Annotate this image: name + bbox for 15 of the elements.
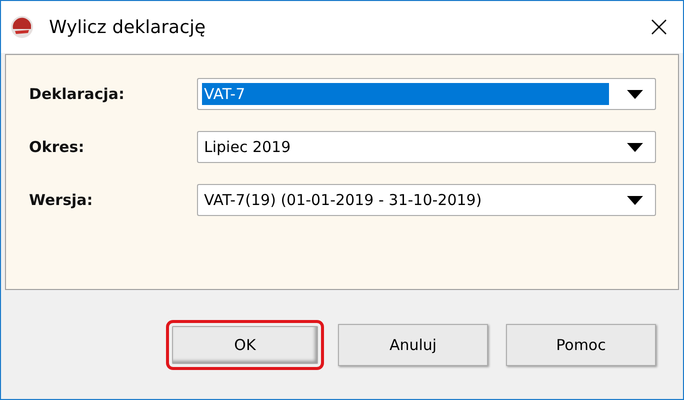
field-label: Wersja: (29, 191, 94, 209)
caret-icon (627, 142, 643, 152)
field-label: Deklaracja: (29, 85, 126, 103)
dialog-button[interactable]: OK (166, 320, 324, 370)
window-title: Wylicz deklarację (49, 16, 207, 38)
logo-icon (10, 15, 34, 39)
dropdown-field[interactable]: VAT-7(19) (01-01-2019 - 31-10-2019) (197, 184, 656, 216)
dialog-button[interactable]: Pomoc (506, 324, 656, 366)
field-label: Okres: (29, 138, 86, 156)
dropdown-field[interactable]: Lipiec 2019 (197, 131, 656, 163)
dropdown-field[interactable]: VAT-7 (197, 78, 656, 110)
caret-icon (627, 196, 643, 204)
caret-icon (627, 90, 643, 98)
close-icon[interactable] (651, 19, 667, 35)
dialog-button[interactable]: Anuluj (338, 324, 488, 366)
